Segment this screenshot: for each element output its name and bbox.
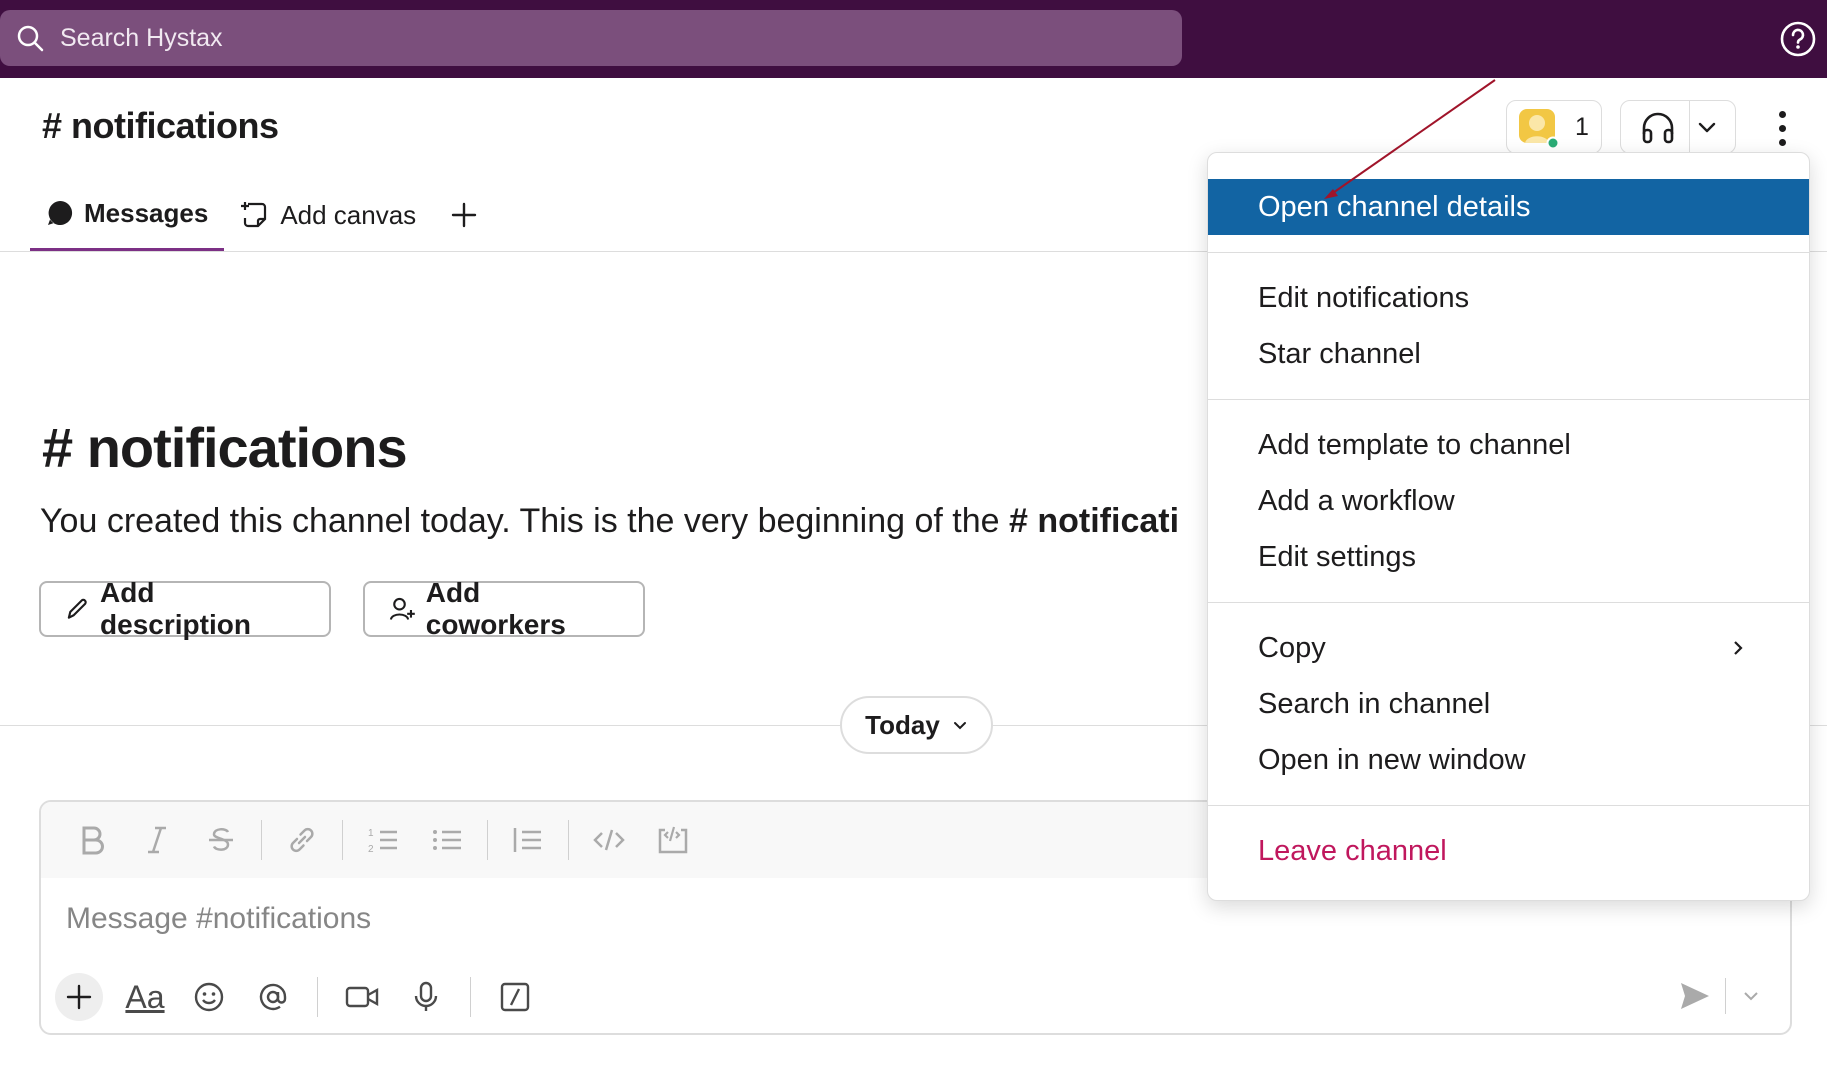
code-block-button[interactable] [641, 820, 705, 860]
composer-actions: Aa [55, 970, 547, 1024]
add-coworkers-label: Add coworkers [425, 577, 566, 640]
huddle-button[interactable] [1620, 100, 1736, 154]
add-description-label: Add description [100, 577, 251, 640]
toolbar-separator [261, 820, 262, 860]
menu-item-edit-settings[interactable]: Edit settings [1208, 529, 1809, 585]
code-button[interactable] [577, 820, 641, 860]
send-separator [1725, 978, 1726, 1014]
menu-item-copy[interactable]: Copy [1208, 620, 1809, 676]
channel-options-menu: Open channel details Edit notifications … [1207, 152, 1810, 901]
mention-button[interactable] [241, 973, 305, 1021]
search-icon [17, 25, 44, 52]
tab-messages[interactable]: Messages [30, 190, 225, 252]
menu-item-add-workflow[interactable]: Add a workflow [1208, 473, 1809, 529]
intro-text: You created this channel today. This is … [40, 502, 1179, 541]
chevron-down-icon [953, 722, 966, 730]
formatting-toggle-button[interactable]: Aa [113, 973, 177, 1021]
menu-item-edit-notifications[interactable]: Edit notifications [1208, 270, 1809, 326]
italic-button[interactable] [125, 820, 189, 860]
tab-add-canvas[interactable]: Add canvas [224, 190, 432, 240]
link-icon [290, 827, 314, 853]
search-input[interactable]: Search Hystax [0, 10, 1182, 66]
headphones-icon [1642, 112, 1674, 144]
bulleted-list-button[interactable] [415, 820, 479, 860]
chevron-down-icon[interactable] [1742, 987, 1760, 1005]
help-icon[interactable] [1779, 20, 1817, 58]
add-tab-button[interactable] [432, 190, 496, 240]
attach-button[interactable] [55, 973, 103, 1021]
toolbar-separator [487, 820, 488, 860]
at-sign-icon [259, 983, 287, 1011]
bold-icon [82, 826, 104, 855]
more-actions-button[interactable] [1764, 106, 1800, 150]
member-count: 1 [1575, 112, 1589, 141]
message-input[interactable]: Message #notifications [66, 902, 371, 936]
channel-tabs: Messages Add canvas [30, 190, 496, 252]
toolbar-separator [317, 977, 318, 1017]
top-bar: Search Hystax [0, 0, 1827, 78]
bulleted-list-icon [433, 830, 461, 850]
microphone-icon [414, 981, 438, 1011]
menu-item-copy-label: Copy [1258, 631, 1326, 664]
toolbar-separator [470, 977, 471, 1017]
link-button[interactable] [270, 820, 334, 860]
canvas-icon [241, 202, 267, 228]
strikethrough-icon [209, 828, 233, 851]
search-placeholder: Search Hystax [60, 23, 223, 52]
chevron-right-icon [1734, 641, 1743, 655]
tab-messages-label: Messages [84, 197, 209, 228]
menu-divider [1208, 252, 1809, 253]
pencil-icon [67, 598, 87, 619]
date-jump-button[interactable]: Today [840, 696, 993, 754]
menu-item-open-channel-details[interactable]: Open channel details [1208, 179, 1809, 235]
menu-item-search-in-channel[interactable]: Search in channel [1208, 676, 1809, 732]
blockquote-button[interactable] [496, 820, 560, 860]
menu-item-leave-channel[interactable]: Leave channel [1208, 823, 1809, 879]
date-label: Today [865, 709, 940, 740]
emoji-button[interactable] [177, 973, 241, 1021]
formatting-toggle-label: Aa [125, 978, 165, 1015]
shortcuts-button[interactable] [483, 973, 547, 1021]
send-icon[interactable] [1679, 981, 1711, 1011]
menu-divider [1208, 805, 1809, 806]
code-block-icon [658, 826, 688, 854]
add-description-button[interactable]: Add description [39, 577, 331, 640]
svg-text:1: 1 [368, 828, 374, 839]
toolbar-separator [568, 820, 569, 860]
slash-command-icon [500, 982, 530, 1012]
plus-icon [451, 202, 477, 228]
audio-clip-button[interactable] [394, 973, 458, 1021]
menu-item-open-new-window[interactable]: Open in new window [1208, 732, 1809, 788]
chevron-down-icon[interactable] [1696, 116, 1718, 138]
members-button[interactable]: 1 [1506, 100, 1602, 154]
svg-text:2: 2 [368, 844, 374, 855]
blockquote-icon [513, 828, 541, 852]
intro-channel-link[interactable]: # notificati [1009, 502, 1179, 540]
toolbar-separator [342, 820, 343, 860]
menu-item-star-channel[interactable]: Star channel [1208, 326, 1809, 382]
ordered-list-icon: 12 [368, 828, 397, 855]
message-bubble-icon [48, 200, 73, 225]
channel-title[interactable]: # notifications [42, 105, 279, 147]
send-controls [1679, 978, 1760, 1014]
code-icon [593, 829, 625, 851]
add-coworkers-button[interactable]: Add coworkers [363, 577, 645, 640]
intro-title: # notifications [42, 416, 408, 479]
bold-button[interactable] [61, 820, 125, 860]
menu-divider [1208, 602, 1809, 603]
strikethrough-button[interactable] [189, 820, 253, 860]
member-avatar-icon [1519, 109, 1560, 149]
add-person-icon [389, 597, 415, 620]
video-camera-icon [345, 986, 379, 1008]
intro-text-body: You created this channel today. This is … [40, 502, 1000, 540]
video-clip-button[interactable] [330, 973, 394, 1021]
ordered-list-button[interactable]: 12 [351, 820, 415, 860]
plus-icon [66, 984, 92, 1010]
menu-item-add-template[interactable]: Add template to channel [1208, 417, 1809, 473]
menu-divider [1208, 399, 1809, 400]
emoji-icon [194, 982, 224, 1012]
italic-icon [148, 826, 166, 854]
tab-add-canvas-label: Add canvas [280, 199, 417, 230]
